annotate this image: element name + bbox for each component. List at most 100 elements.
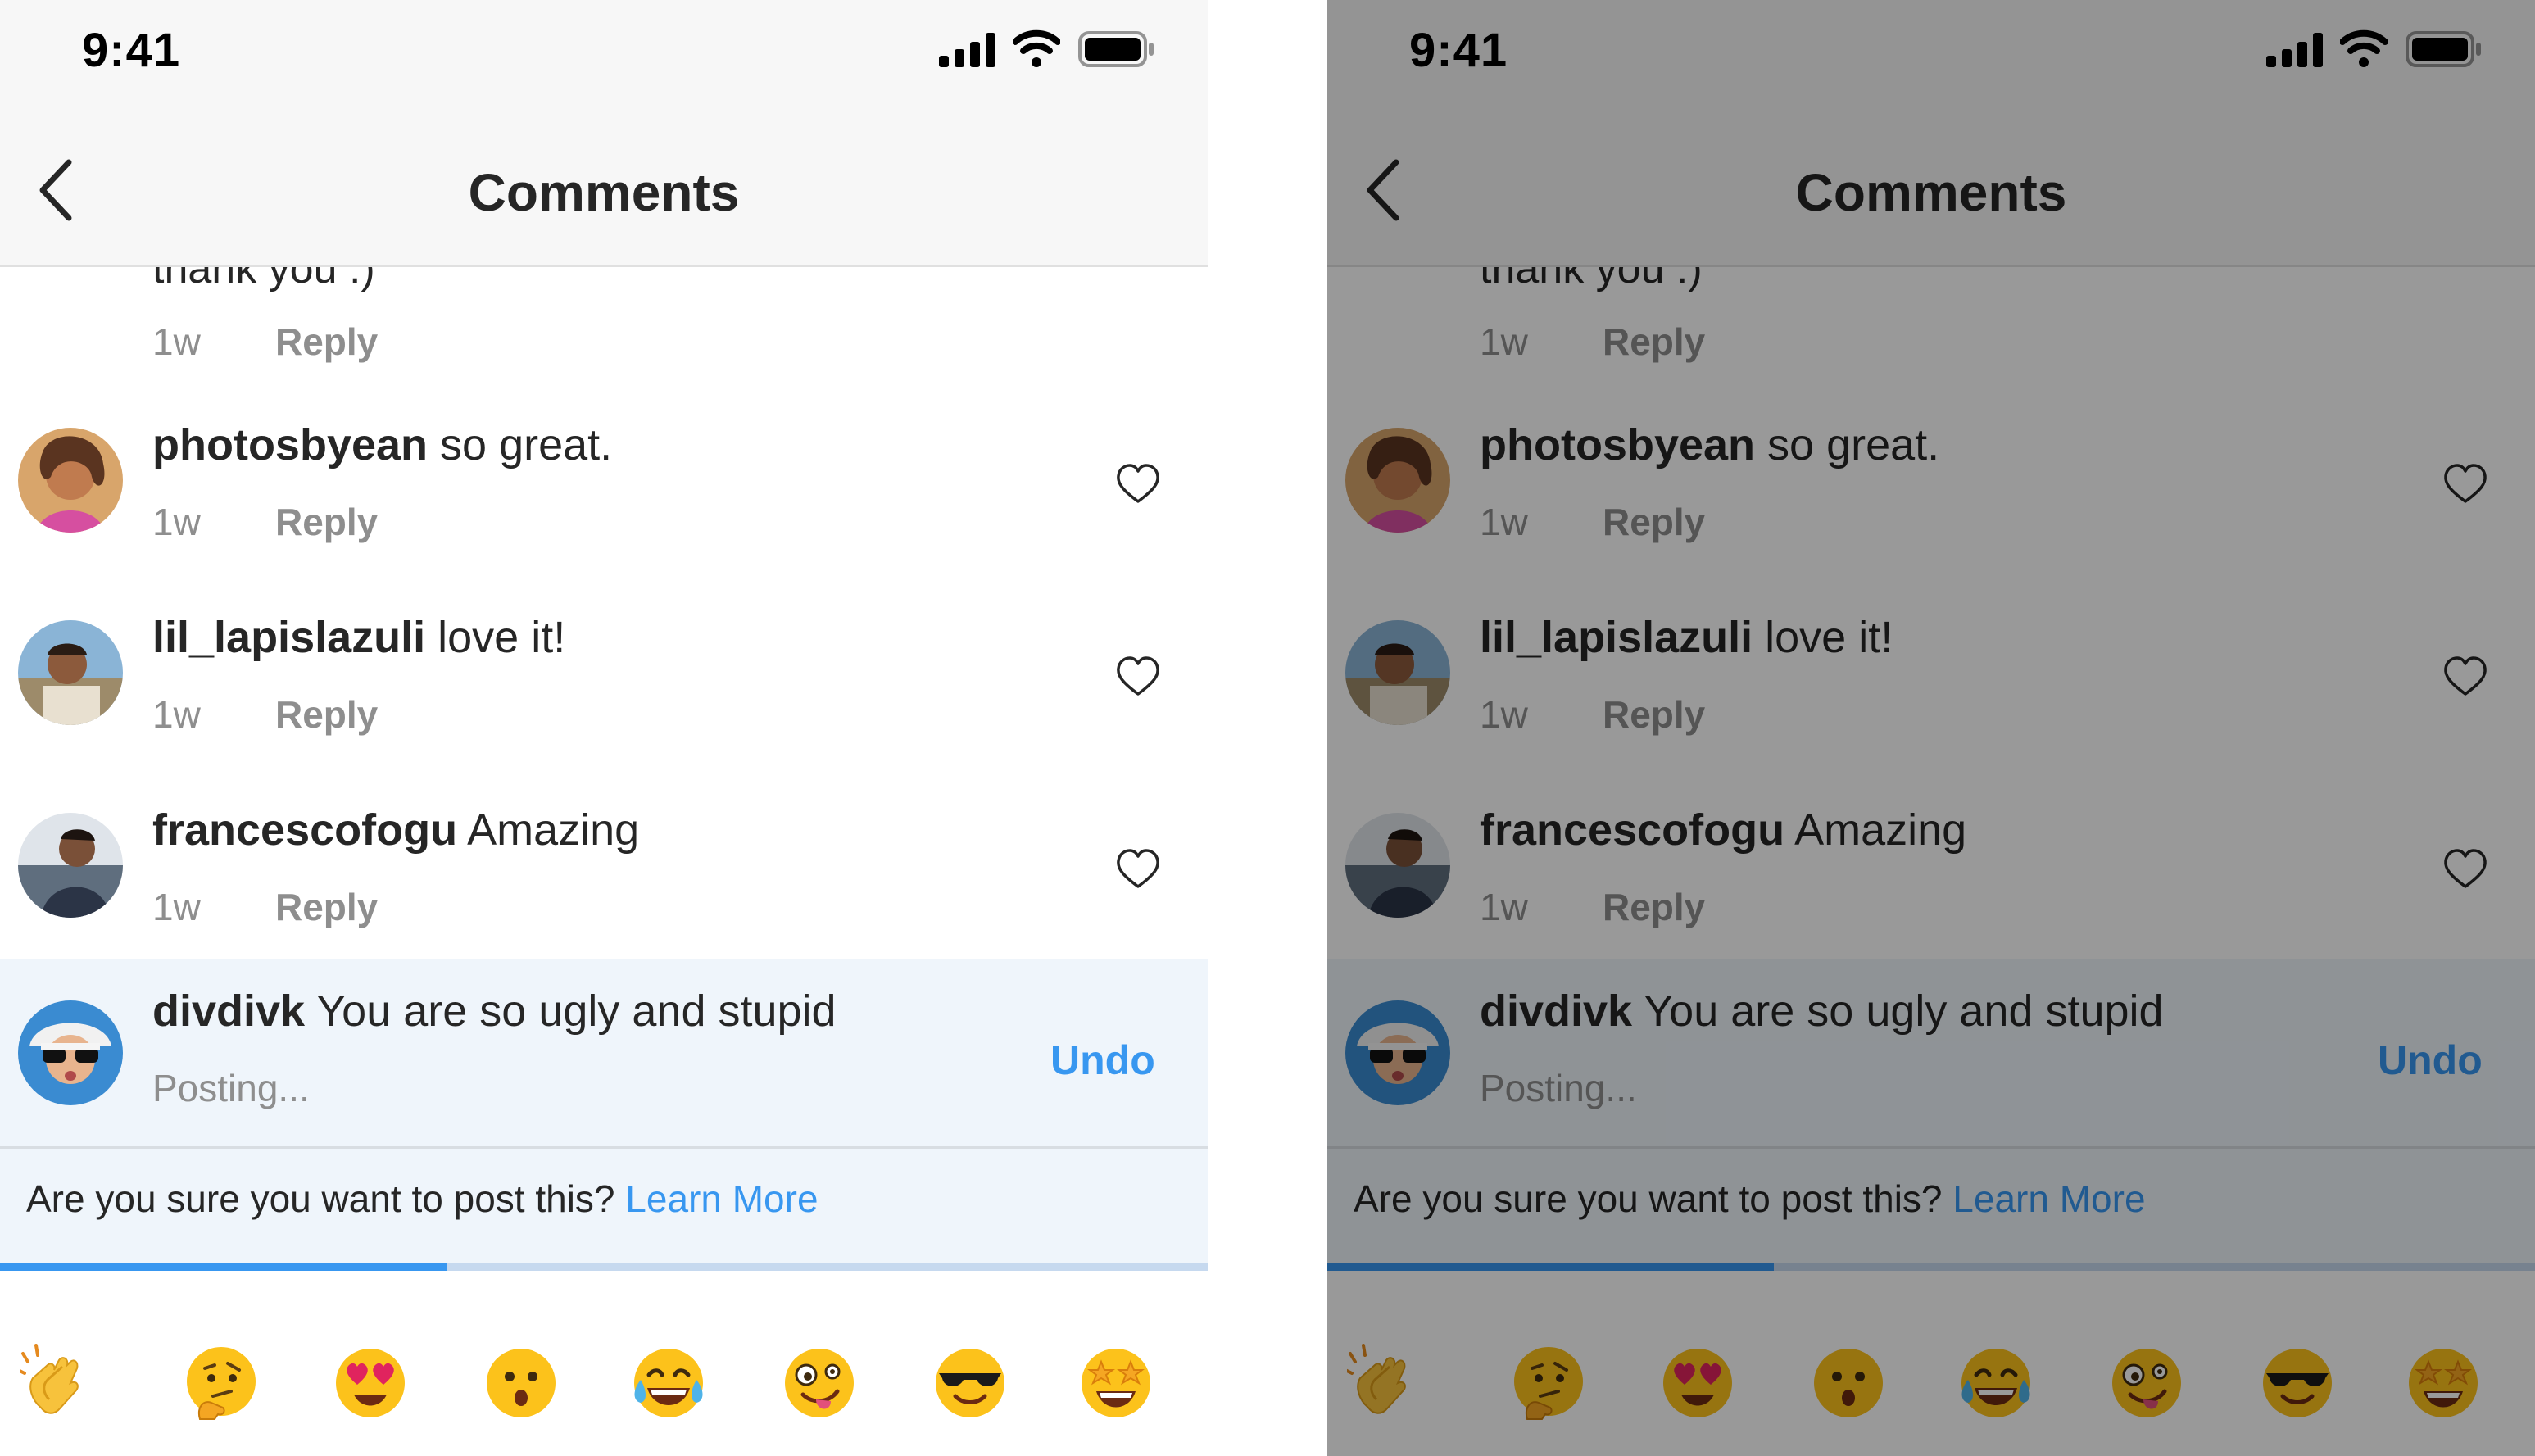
reply-button[interactable]: Reply [1603,692,1705,737]
comment-meta: 1w Reply [152,500,378,544]
heart-icon[interactable] [1116,849,1160,890]
posting-status: Posting... [1480,1067,1637,1109]
comment-meta: 1w Reply [1480,692,1705,737]
comment-text: photosbyean so great. [152,420,612,470]
comment-age: 1w [152,501,201,543]
avatar[interactable] [1345,1000,1450,1105]
pending-comment-row: divdivk You are so ugly and stupid Posti… [1327,959,2535,1146]
progress-fill [0,1263,447,1271]
comment-list: thank you :) 1w Reply photosbyean so gre… [1327,267,2535,1271]
heart-eyes-icon[interactable] [331,1344,410,1422]
progress-fill [1327,1263,1775,1271]
learn-more-link[interactable]: Learn More [1952,1177,2145,1220]
comment-body: Amazing [1794,805,1967,855]
comment-username[interactable]: divdivk [1480,987,1632,1036]
cellular-signal-icon [939,33,996,67]
comment-username[interactable]: photosbyean [152,420,428,469]
undo-button[interactable]: Undo [1050,1036,1155,1084]
comment-meta: 1w Reply [152,320,378,364]
comment-row: lil_lapislazuli love it! 1w Reply [1327,591,2535,771]
zany-face-icon[interactable] [780,1344,859,1422]
comment-age: 1w [152,886,201,928]
avatar[interactable] [18,813,123,918]
partial-comment-text: thank you :) [152,267,375,293]
comment-age: 1w [1480,501,1528,543]
star-struck-icon[interactable] [2404,1344,2483,1422]
learn-more-link[interactable]: Learn More [625,1177,818,1220]
warning-banner: Are you sure you want to post this? Lear… [0,1149,1208,1263]
comment-username[interactable]: lil_lapislazuli [152,613,425,662]
comment-username[interactable]: photosbyean [1480,420,1755,469]
reply-button[interactable]: Reply [275,500,378,544]
comment-text: divdivk You are so ugly and stupid [1480,986,2164,1036]
comment-age: 1w [1480,693,1528,736]
tears-of-joy-icon[interactable] [1957,1344,2035,1422]
tears-of-joy-icon[interactable] [629,1344,708,1422]
comment-meta: 1w Reply [152,885,378,929]
comment-meta: 1w Reply [1480,320,1705,364]
page-title: Comments [1795,163,2067,222]
status-time: 9:41 [1409,24,1508,77]
heart-icon[interactable] [1116,656,1160,697]
comment-username[interactable]: lil_lapislazuli [1480,613,1753,662]
comment-body: You are so ugly and stupid [316,987,837,1036]
comment-row: lil_lapislazuli love it! 1w Reply [0,591,1208,771]
posting-progress-bar [0,1263,1208,1271]
comment-username[interactable]: divdivk [152,987,305,1036]
reply-button[interactable]: Reply [1603,500,1705,544]
sunglasses-face-icon[interactable] [931,1344,1009,1422]
posting-status: Posting... [152,1067,310,1109]
avatar[interactable] [1345,620,1450,725]
sunglasses-face-icon[interactable] [2258,1344,2337,1422]
comment-body: love it! [1765,613,1893,662]
avatar[interactable] [18,620,123,725]
comment-text: francescofogu Amazing [1480,805,1966,855]
comment-row: francescofogu Amazing 1w Reply [0,783,1208,964]
comment-row: francescofogu Amazing 1w Reply [1327,783,2535,964]
thinking-face-icon[interactable] [1509,1344,1588,1422]
clapping-hands-icon[interactable] [20,1344,98,1422]
avatar[interactable] [18,428,123,533]
surprised-face-icon[interactable] [482,1344,560,1422]
reply-button[interactable]: Reply [1603,885,1705,929]
reply-button[interactable]: Reply [275,692,378,737]
comment-text: divdivk You are so ugly and stupid [152,986,837,1036]
comment-meta: 1w Reply [152,692,378,737]
heart-eyes-icon[interactable] [1658,1344,1737,1422]
comment-meta: 1w Reply [1480,500,1705,544]
heart-icon[interactable] [2443,464,2487,505]
page-title: Comments [468,163,740,222]
heart-icon[interactable] [1116,464,1160,505]
comment-age: 1w [152,693,201,736]
comment-body: Amazing [467,805,640,855]
comment-text: francescofogu Amazing [152,805,639,855]
reply-button[interactable]: Reply [275,885,378,929]
comment-text: lil_lapislazuli love it! [152,612,565,663]
comment-username[interactable]: francescofogu [152,805,457,855]
zany-face-icon[interactable] [2107,1344,2186,1422]
comment-row: photosbyean so great. 1w Reply [1327,398,2535,578]
battery-icon [1078,31,1154,67]
heart-icon[interactable] [2443,656,2487,697]
avatar[interactable] [18,1000,123,1105]
comment-body: so great. [1767,420,1940,469]
status-bar: 9:41 [0,0,1208,107]
navigation-bar: Comments [1327,107,2535,267]
comment-age: 1w [1480,320,1528,363]
comment-list: thank you :) 1w Reply photosbyean so gre… [0,267,1208,1271]
wifi-icon [2340,29,2388,67]
surprised-face-icon[interactable] [1809,1344,1888,1422]
reply-button[interactable]: Reply [275,320,378,364]
avatar[interactable] [1345,428,1450,533]
posting-progress-bar [1327,1263,2535,1271]
clapping-hands-icon[interactable] [1347,1344,1426,1422]
heart-icon[interactable] [2443,849,2487,890]
star-struck-icon[interactable] [1077,1344,1155,1422]
undo-button[interactable]: Undo [2378,1036,2483,1084]
comment-text: photosbyean so great. [1480,420,1939,470]
pending-comment-row: divdivk You are so ugly and stupid Posti… [0,959,1208,1146]
thinking-face-icon[interactable] [182,1344,261,1422]
avatar[interactable] [1345,813,1450,918]
reply-button[interactable]: Reply [1603,320,1705,364]
comment-username[interactable]: francescofogu [1480,805,1784,855]
